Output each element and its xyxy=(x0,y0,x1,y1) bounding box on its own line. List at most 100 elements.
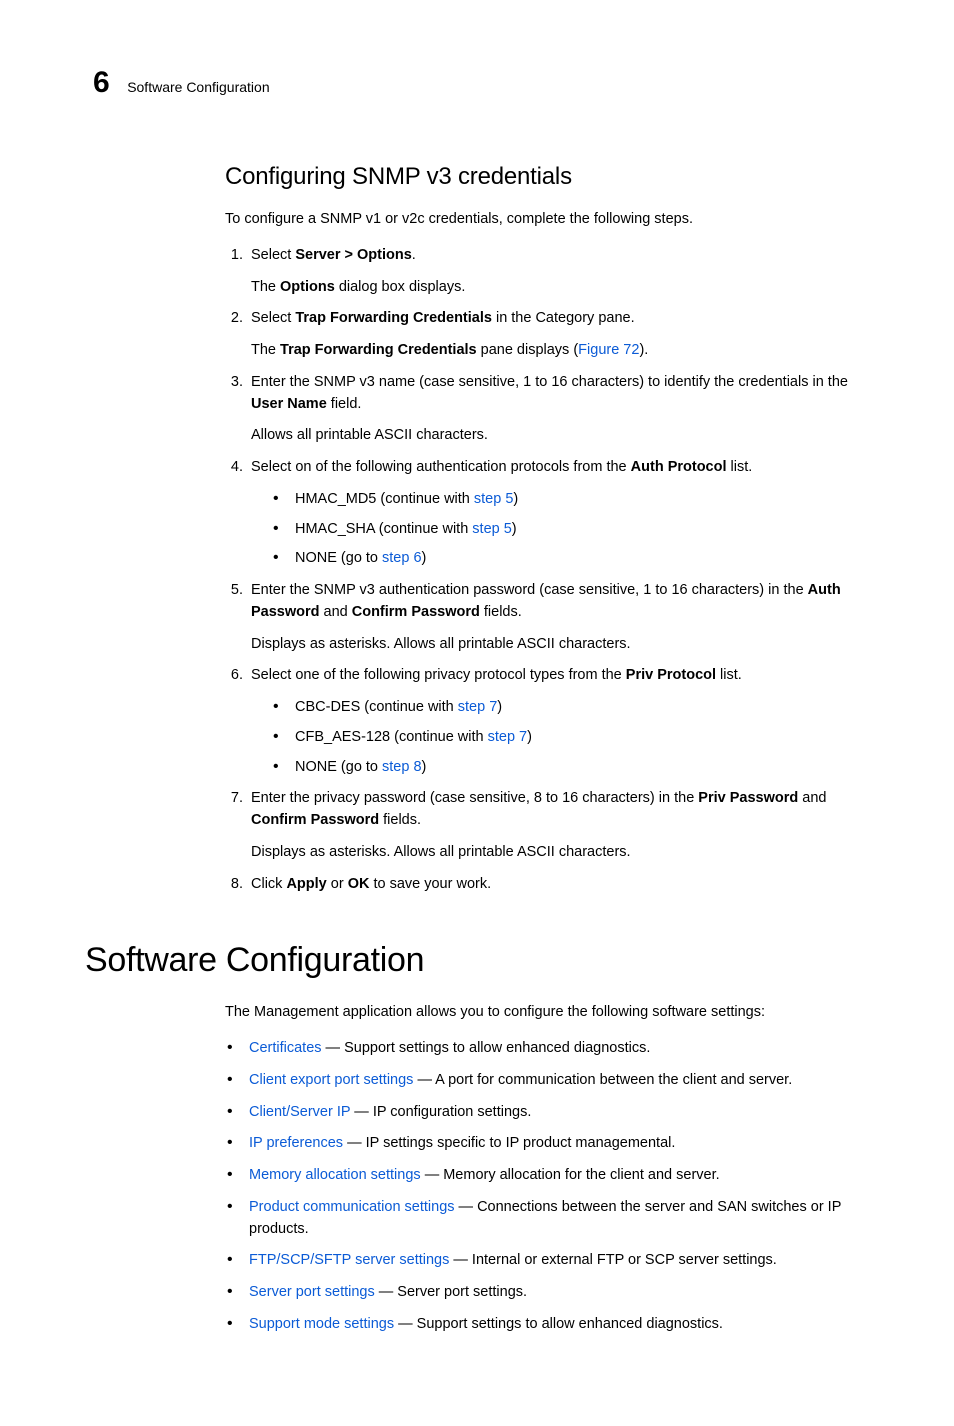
bullet: HMAC_SHA (continue with step 5) xyxy=(273,519,869,541)
text: ) xyxy=(512,521,517,537)
bold-text: Server > Options xyxy=(295,247,411,263)
text: Enter the SNMP v3 authentication passwor… xyxy=(251,582,808,598)
step-1: Select Server > Options. The Options dia… xyxy=(247,245,869,299)
text: dialog box displays. xyxy=(335,279,466,295)
config-link-client-export-port[interactable]: Client export port settings xyxy=(249,1072,413,1088)
step-3-text: Enter the SNMP v3 name (case sensitive, … xyxy=(251,372,869,416)
step-link[interactable]: step 7 xyxy=(488,729,528,745)
step-link[interactable]: step 5 xyxy=(472,521,512,537)
step-5-follow: Displays as asterisks. Allows all printa… xyxy=(251,634,869,656)
text: — Support settings to allow enhanced dia… xyxy=(322,1040,651,1056)
text: CFB_AES-128 (continue with xyxy=(295,729,488,745)
text: — Support settings to allow enhanced dia… xyxy=(394,1316,723,1332)
list-item: Product communication settings — Connect… xyxy=(227,1197,869,1241)
list-item: Memory allocation settings — Memory allo… xyxy=(227,1165,869,1187)
text: — Server port settings. xyxy=(375,1284,527,1300)
text: — Memory allocation for the client and s… xyxy=(421,1167,720,1183)
page: 6 Software Configuration Configuring SNM… xyxy=(0,0,954,1426)
step-2: Select Trap Forwarding Credentials in th… xyxy=(247,308,869,362)
step-7-text: Enter the privacy password (case sensiti… xyxy=(251,788,869,832)
text: ) xyxy=(497,699,502,715)
text: Select xyxy=(251,310,295,326)
bold-text: Confirm Password xyxy=(251,812,379,828)
bold-text: Apply xyxy=(286,876,326,892)
config-link-ip-preferences[interactable]: IP preferences xyxy=(249,1135,343,1151)
major-heading-software-config: Software Configuration xyxy=(85,935,869,986)
config-link-server-port[interactable]: Server port settings xyxy=(249,1284,375,1300)
bold-text: Priv Protocol xyxy=(626,667,716,683)
text: ) xyxy=(422,759,427,775)
list-item: Certificates — Support settings to allow… xyxy=(227,1038,869,1060)
text: Enter the SNMP v3 name (case sensitive, … xyxy=(251,374,848,390)
step-6: Select one of the following privacy prot… xyxy=(247,665,869,778)
bold-text: Confirm Password xyxy=(352,604,480,620)
step-1-text: Select Server > Options. xyxy=(251,245,869,267)
config-link-client-server-ip[interactable]: Client/Server IP xyxy=(249,1104,350,1120)
step-link[interactable]: step 7 xyxy=(458,699,498,715)
text: fields. xyxy=(480,604,522,620)
step-6-bullets: CBC-DES (continue with step 7) CFB_AES-1… xyxy=(273,697,869,778)
text: pane displays ( xyxy=(477,342,579,358)
text: The xyxy=(251,279,280,295)
step-6-text: Select one of the following privacy prot… xyxy=(251,665,869,687)
chapter-number: 6 xyxy=(93,60,109,105)
bullet: CFB_AES-128 (continue with step 7) xyxy=(273,727,869,749)
config-link-certificates[interactable]: Certificates xyxy=(249,1040,322,1056)
config-link-memory-allocation[interactable]: Memory allocation settings xyxy=(249,1167,421,1183)
list-item: FTP/SCP/SFTP server settings — Internal … xyxy=(227,1250,869,1272)
text: Select one of the following privacy prot… xyxy=(251,667,626,683)
text: — A port for communication between the c… xyxy=(413,1072,792,1088)
config-list: Certificates — Support settings to allow… xyxy=(227,1038,869,1336)
bold-text: OK xyxy=(348,876,370,892)
text: ) xyxy=(513,491,518,507)
text: field. xyxy=(327,396,362,412)
figure-link[interactable]: Figure 72 xyxy=(578,342,639,358)
text: — Internal or external FTP or SCP server… xyxy=(449,1252,776,1268)
section-heading-snmp: Configuring SNMP v3 credentials xyxy=(225,159,869,195)
bullet: CBC-DES (continue with step 7) xyxy=(273,697,869,719)
config-link-product-communication[interactable]: Product communication settings xyxy=(249,1199,455,1215)
text: Select xyxy=(251,247,295,263)
running-header: 6 Software Configuration xyxy=(93,60,869,105)
step-4: Select on of the following authenticatio… xyxy=(247,457,869,570)
bold-text: Trap Forwarding Credentials xyxy=(295,310,492,326)
text: HMAC_SHA (continue with xyxy=(295,521,472,537)
bold-text: User Name xyxy=(251,396,327,412)
text: ). xyxy=(639,342,648,358)
text: fields. xyxy=(379,812,421,828)
list-item: Support mode settings — Support settings… xyxy=(227,1314,869,1336)
text: — IP settings specific to IP product man… xyxy=(343,1135,675,1151)
intro-paragraph: To configure a SNMP v1 or v2c credential… xyxy=(225,209,869,231)
text: Click xyxy=(251,876,286,892)
step-7: Enter the privacy password (case sensiti… xyxy=(247,788,869,863)
text: ) xyxy=(527,729,532,745)
step-link[interactable]: step 6 xyxy=(382,550,422,566)
step-4-bullets: HMAC_MD5 (continue with step 5) HMAC_SHA… xyxy=(273,489,869,570)
steps-list: Select Server > Options. The Options dia… xyxy=(217,245,869,896)
step-5: Enter the SNMP v3 authentication passwor… xyxy=(247,580,869,655)
bold-text: Trap Forwarding Credentials xyxy=(280,342,477,358)
bullet: HMAC_MD5 (continue with step 5) xyxy=(273,489,869,511)
content-column-2: The Management application allows you to… xyxy=(225,1002,869,1335)
intro-paragraph-2: The Management application allows you to… xyxy=(225,1002,869,1024)
text: CBC-DES (continue with xyxy=(295,699,458,715)
text: list. xyxy=(716,667,742,683)
text: to save your work. xyxy=(369,876,491,892)
bold-text: Priv Password xyxy=(698,790,798,806)
text: Select on of the following authenticatio… xyxy=(251,459,631,475)
text: or xyxy=(327,876,348,892)
step-3: Enter the SNMP v3 name (case sensitive, … xyxy=(247,372,869,447)
step-4-text: Select on of the following authenticatio… xyxy=(251,457,869,479)
list-item: IP preferences — IP settings specific to… xyxy=(227,1133,869,1155)
text: HMAC_MD5 (continue with xyxy=(295,491,474,507)
bold-text: Options xyxy=(280,279,335,295)
step-link[interactable]: step 5 xyxy=(474,491,514,507)
step-7-follow: Displays as asterisks. Allows all printa… xyxy=(251,842,869,864)
step-link[interactable]: step 8 xyxy=(382,759,422,775)
text: NONE (go to xyxy=(295,550,382,566)
step-1-follow: The Options dialog box displays. xyxy=(251,277,869,299)
config-link-ftp-scp-sftp[interactable]: FTP/SCP/SFTP server settings xyxy=(249,1252,449,1268)
content-column: Configuring SNMP v3 credentials To confi… xyxy=(225,159,869,895)
bold-text: Auth Protocol xyxy=(631,459,727,475)
config-link-support-mode[interactable]: Support mode settings xyxy=(249,1316,394,1332)
